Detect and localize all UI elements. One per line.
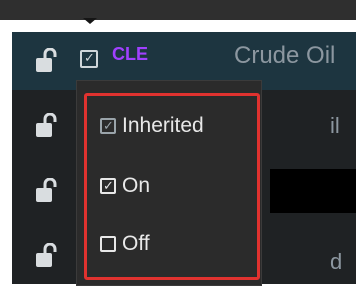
row-description-partial: il bbox=[330, 113, 340, 138]
unlock-icon[interactable] bbox=[34, 113, 58, 139]
symbol-code: CLE bbox=[112, 44, 148, 64]
row-description-partial: d bbox=[330, 249, 343, 274]
menu-option-label: Inherited bbox=[122, 114, 204, 137]
symbol-description: Crude Oil bbox=[234, 42, 336, 69]
checkbox-icon: ✓ bbox=[100, 178, 116, 194]
menu-option-off[interactable]: Off bbox=[100, 224, 150, 264]
menu-option-inherited[interactable]: ✓ Inherited bbox=[100, 106, 204, 146]
unlock-icon[interactable] bbox=[34, 243, 58, 269]
unlock-icon[interactable] bbox=[34, 178, 58, 204]
top-strip bbox=[0, 0, 356, 20]
menu-caret bbox=[83, 18, 97, 24]
checkbox-icon bbox=[100, 236, 116, 252]
checkbox-icon[interactable]: ✓ bbox=[80, 50, 98, 68]
menu-option-label: On bbox=[122, 174, 151, 197]
menu-option-on[interactable]: ✓ On bbox=[100, 166, 150, 206]
unlock-icon[interactable] bbox=[34, 48, 58, 74]
menu-option-label: Off bbox=[122, 232, 150, 255]
redaction-bar bbox=[270, 169, 356, 213]
checkbox-icon: ✓ bbox=[100, 118, 116, 134]
